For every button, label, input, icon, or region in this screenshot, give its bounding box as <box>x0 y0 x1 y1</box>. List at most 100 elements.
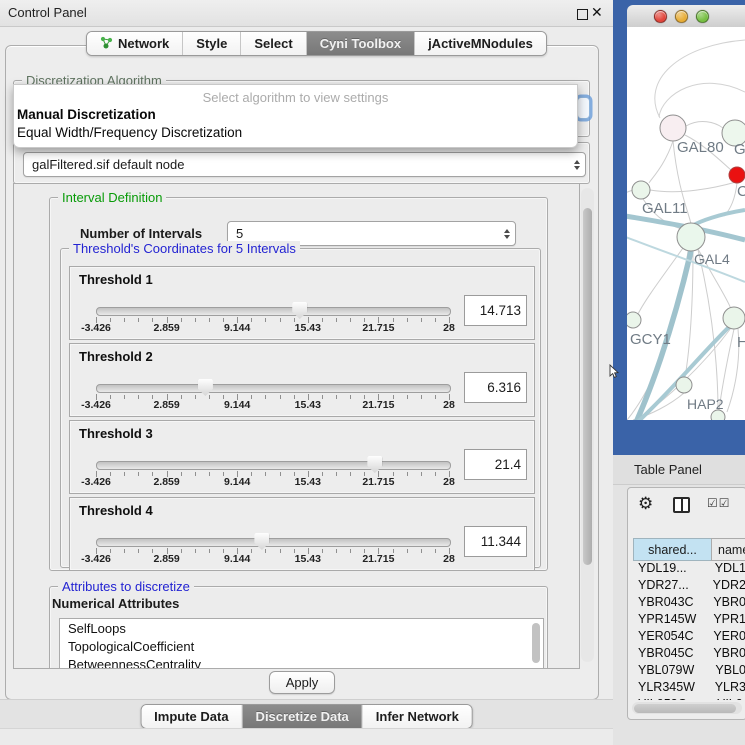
numerical-attributes-list[interactable]: SelfLoopsTopologicalCoefficientBetweenne… <box>59 618 544 669</box>
table-panel-title: Table Panel <box>634 462 702 477</box>
threshold-value-field[interactable]: 14.713 <box>464 295 527 326</box>
table-row[interactable]: YBR045CYBR0 <box>633 646 745 663</box>
table-hscrollbar-thumb[interactable] <box>634 704 736 713</box>
tab-jactivemnodules[interactable]: jActiveMNodules <box>415 32 546 55</box>
table-data-combobox[interactable]: galFiltered.sif default node <box>23 152 586 177</box>
select-columns-checkbox-icons[interactable]: ☑☑ <box>707 496 731 510</box>
column-header-name[interactable]: name <box>711 538 745 561</box>
node-label-GCY1: GCY1 <box>630 331 671 348</box>
table-row[interactable]: YBL079WYBL0 <box>633 663 745 680</box>
bottom-gap <box>0 728 613 745</box>
slider-thumb[interactable] <box>254 533 269 550</box>
threshold-label: Threshold 2 <box>79 349 153 364</box>
cell-shared-name: YBL079W <box>633 663 710 680</box>
slider-tick-label: -3.426 <box>66 553 126 565</box>
attributes-list-scrollbar[interactable] <box>532 623 540 663</box>
cell-shared-name: YER054C <box>633 629 708 646</box>
slider-track[interactable] <box>96 461 451 470</box>
threshold-label: Threshold 4 <box>79 503 153 518</box>
tab-label: Cyni Toolbox <box>320 36 401 51</box>
tab-style[interactable]: Style <box>183 32 241 55</box>
float-window-icon[interactable] <box>577 9 588 20</box>
cell-name: YER0 <box>708 629 745 646</box>
table-row[interactable]: YIL052CYIL0 <box>633 697 745 700</box>
zoom-traffic-light[interactable] <box>696 10 709 23</box>
column-header-shared-name[interactable]: shared... <box>633 538 712 561</box>
threshold-panel-4: Threshold 4-3.4262.8599.14415.4321.71528… <box>69 497 535 571</box>
cell-shared-name: YDL19... <box>633 561 710 578</box>
slider-tick-label: 21.715 <box>348 476 408 488</box>
apply-button[interactable]: Apply <box>269 671 335 694</box>
tab-label: jActiveMNodules <box>428 36 533 51</box>
table-row[interactable]: YBR043CYBR0 <box>633 595 745 612</box>
slider-tick-label: 9.144 <box>207 553 267 565</box>
node-label-GAL80: GAL80 <box>677 139 724 156</box>
network-edge <box>686 122 723 128</box>
table-row[interactable]: YER054CYER0 <box>633 629 745 646</box>
node-label-HAP2: HAP2 <box>687 396 724 412</box>
tab-impute-data[interactable]: Impute Data <box>141 705 242 728</box>
attribute-list-item[interactable]: SelfLoops <box>60 619 543 637</box>
control-panel-titlebar: Control Panel ✕ <box>0 0 613 27</box>
node-HAP2[interactable] <box>676 377 692 393</box>
popup-item-manual-discretization[interactable]: Manual Discretization <box>17 107 156 122</box>
network-edge <box>698 250 718 410</box>
cell-shared-name: YLR345W <box>633 680 710 697</box>
thresholds-stack: Threshold 1-3.4262.8599.14415.4321.71528… <box>69 266 535 574</box>
slider-tick-label: 15.43 <box>278 476 338 488</box>
attribute-list-item[interactable]: BetweennessCentrality <box>60 655 543 669</box>
close-traffic-light[interactable] <box>654 10 667 23</box>
network-view-canvas[interactable]: GAL80GACGAL11GAL4GCY1HHAP2 <box>627 27 745 420</box>
node-GCY1[interactable] <box>627 312 641 328</box>
slider-track[interactable] <box>96 307 451 316</box>
table-row[interactable]: YDR27...YDR2 <box>633 578 745 595</box>
slider-tick-label: 21.715 <box>348 553 408 565</box>
attribute-list-item[interactable]: TopologicalCoefficient <box>60 637 543 655</box>
table-row[interactable]: YLR345WYLR3 <box>633 680 745 697</box>
node-GAL4[interactable] <box>677 223 705 251</box>
close-icon[interactable]: ✕ <box>591 4 603 21</box>
tab-select[interactable]: Select <box>241 32 306 55</box>
network-graph: GAL80GACGAL11GAL4GCY1HHAP2 <box>627 27 745 420</box>
gear-icon[interactable]: ⚙ <box>638 494 653 514</box>
cell-shared-name: YBR043C <box>633 595 708 612</box>
node-GAL80[interactable] <box>660 115 686 141</box>
tab-infer-network[interactable]: Infer Network <box>363 705 472 728</box>
number-of-intervals-label: Number of Intervals <box>80 226 202 241</box>
minimize-traffic-light[interactable] <box>675 10 688 23</box>
threshold-value-field[interactable]: 11.344 <box>464 526 527 557</box>
slider-thumb[interactable] <box>292 302 307 319</box>
cell-name: YLR3 <box>710 680 745 697</box>
slider-tick-label: 2.859 <box>137 399 197 411</box>
panel-scrollbar-thumb[interactable] <box>583 208 592 565</box>
slider-track[interactable] <box>96 384 451 393</box>
node-right-H[interactable] <box>723 307 745 329</box>
table-row[interactable]: YDL19...YDL1 <box>633 561 745 578</box>
node-red[interactable] <box>729 167 745 183</box>
top-tab-bar: NetworkStyleSelect Cyni Toolbox jActiveMNo… <box>86 31 547 56</box>
slider-tick-label: -3.426 <box>66 399 126 411</box>
popup-item-equal-width-frequency[interactable]: Equal Width/Frequency Discretization <box>17 125 242 140</box>
tab-label: Infer Network <box>376 709 459 724</box>
slider-tick-label: 15.43 <box>278 399 338 411</box>
algorithm-combobox-focus-ring[interactable] <box>577 97 590 119</box>
threshold-coordinates-group-label: Threshold's Coordinates for 5 Intervals <box>69 241 300 256</box>
threshold-value-field[interactable]: 21.4 <box>464 449 527 480</box>
slider-tick-label: 2.859 <box>137 553 197 565</box>
slider-track[interactable] <box>96 538 451 547</box>
threshold-value-field[interactable]: 6.316 <box>464 372 527 403</box>
cell-name: YBR0 <box>708 595 745 612</box>
network-window-titlebar[interactable] <box>627 5 745 28</box>
tab-network[interactable]: Network <box>87 32 183 55</box>
tab-cyni-toolbox[interactable]: Cyni Toolbox <box>307 32 415 55</box>
node-GAL11[interactable] <box>632 181 650 199</box>
combobox-arrows-icon <box>499 229 515 239</box>
split-columns-icon[interactable] <box>673 497 690 513</box>
slider-thumb[interactable] <box>367 456 382 473</box>
threshold-label: Threshold 3 <box>79 426 153 441</box>
table-row[interactable]: YPR145WYPR1 <box>633 612 745 629</box>
tab-label: Impute Data <box>154 709 228 724</box>
tab-discretize-data[interactable]: Discretize Data <box>243 705 363 728</box>
slider-thumb[interactable] <box>198 379 213 396</box>
slider-tick-label: 2.859 <box>137 322 197 334</box>
